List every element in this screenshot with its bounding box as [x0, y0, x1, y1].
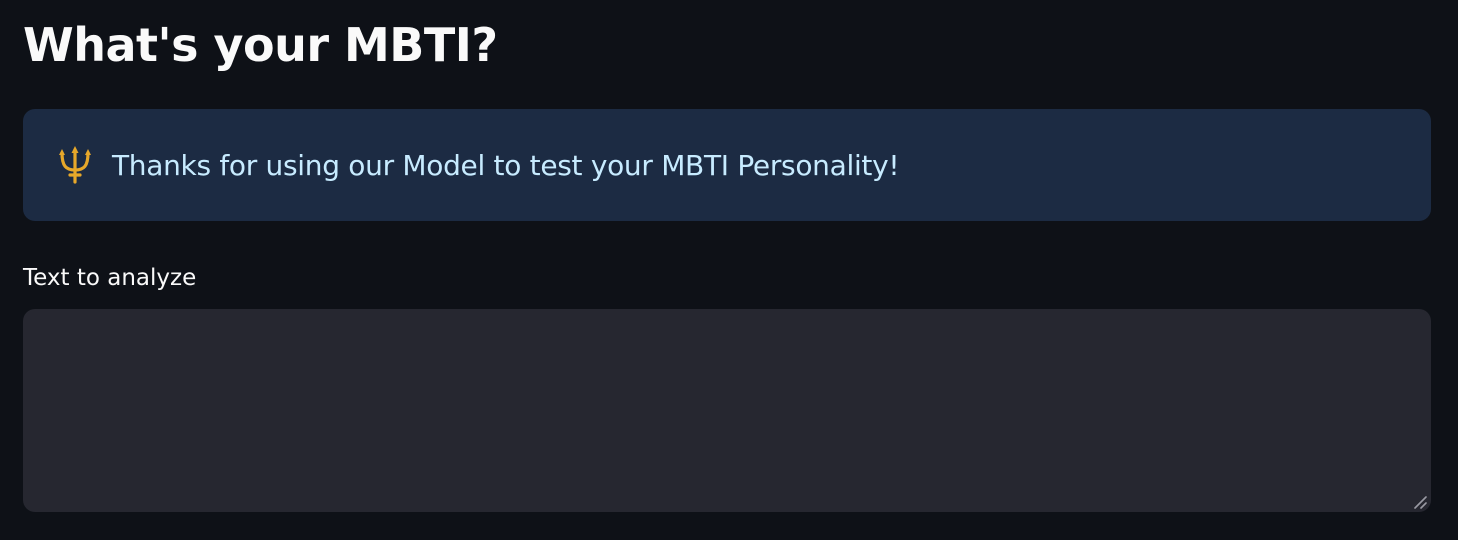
- text-to-analyze-label: Text to analyze: [23, 265, 197, 291]
- alert-message: Thanks for using our Model to test your …: [112, 148, 900, 182]
- resize-handle-icon[interactable]: [1412, 494, 1428, 510]
- text-to-analyze-input[interactable]: [23, 309, 1431, 512]
- trident-icon: [54, 144, 96, 186]
- page-title: What's your MBTI?: [23, 18, 498, 72]
- info-alert: Thanks for using our Model to test your …: [23, 109, 1431, 221]
